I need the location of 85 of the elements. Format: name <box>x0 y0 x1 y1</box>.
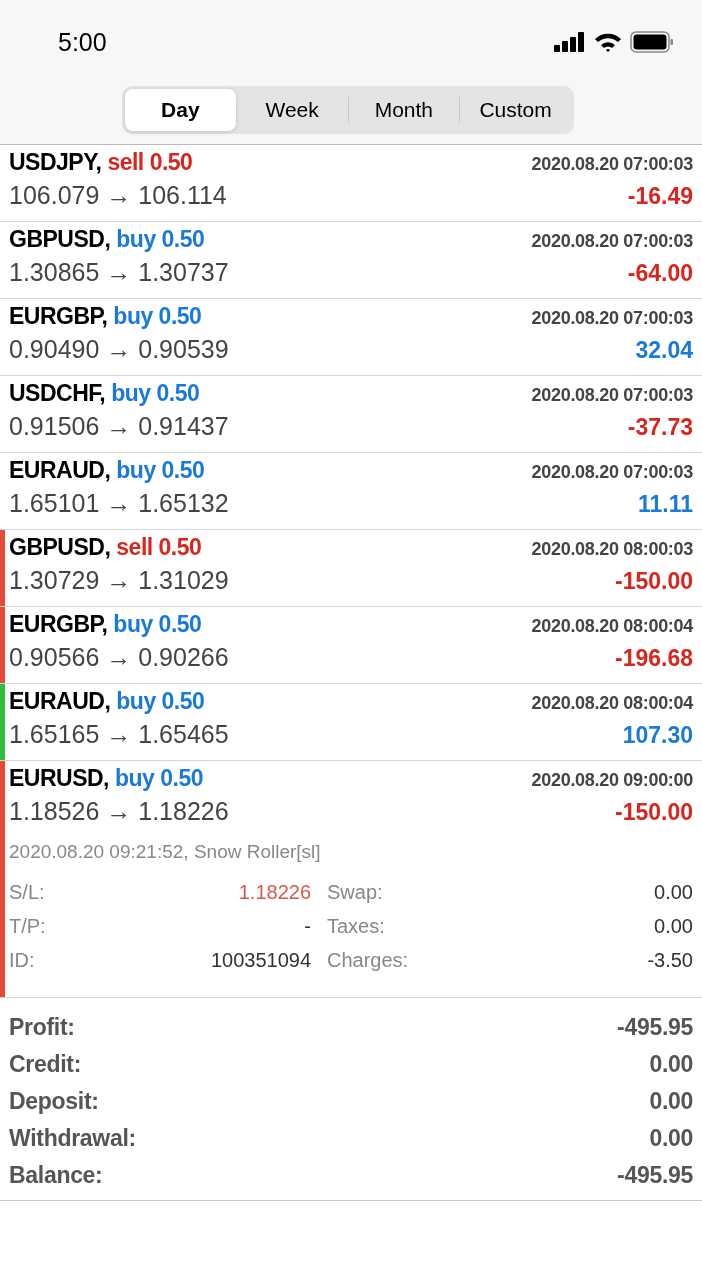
trade-profit: -150.00 <box>615 568 693 595</box>
trade-symbol: USDJPY, <box>9 149 102 176</box>
trade-row[interactable]: EURGBP, buy 0.50 2020.08.20 07:00:03 0.90490 → 0.90539 32.04 <box>0 299 702 376</box>
trade-prices: 0.91506 → 0.91437 <box>9 412 229 441</box>
detail-value: - <box>304 914 311 938</box>
detail-value: 100351094 <box>210 948 311 972</box>
summary-label: Withdrawal: <box>9 1125 136 1152</box>
summary-value: 0.00 <box>649 1088 693 1115</box>
trade-prices: 1.65101 → 1.65132 <box>9 489 229 518</box>
trade-order: sell 0.50 <box>116 534 202 561</box>
trade-prices: 106.079 → 106.114 <box>9 181 227 210</box>
trade-time: 2020.08.20 08:00:04 <box>531 616 693 637</box>
summary-value: 0.00 <box>649 1125 693 1152</box>
trade-profit: 32.04 <box>635 337 693 364</box>
detail-label: Charges: <box>327 948 409 972</box>
detail-value: 1.18226 <box>238 880 311 904</box>
trade-order: buy 0.50 <box>116 226 205 253</box>
trade-time: 2020.08.20 07:00:03 <box>531 154 693 175</box>
trade-prices: 1.30865 → 1.30737 <box>9 258 229 287</box>
trade-order: buy 0.50 <box>113 303 202 330</box>
summary-label: Profit: <box>9 1014 75 1041</box>
trade-order: buy 0.50 <box>116 457 205 484</box>
period-tab[interactable]: Custom <box>460 89 571 131</box>
trade-time: 2020.08.20 08:00:04 <box>531 693 693 714</box>
trade-row[interactable]: GBPUSD, buy 0.50 2020.08.20 07:00:03 1.30865 → 1.30737 -64.00 <box>0 222 702 299</box>
trade-profit: -196.68 <box>615 645 693 672</box>
detail-label: Taxes: <box>327 914 385 938</box>
close-info: 2020.08.20 09:21:52, Snow Roller[sl] <box>9 841 322 864</box>
trade-profit: -64.00 <box>627 260 693 287</box>
trade-symbol: EURGBP, <box>9 611 108 638</box>
trade-prices: 1.18526 → 1.18226 <box>9 797 229 826</box>
trade-symbol: GBPUSD, <box>9 226 111 253</box>
trade-row[interactable]: EURAUD, buy 0.50 2020.08.20 08:00:04 1.65165 → 1.65465 107.30 <box>0 684 702 761</box>
period-tab[interactable]: Week <box>236 89 348 131</box>
trade-symbol: EURUSD, <box>9 765 109 792</box>
trade-profit: 107.30 <box>622 722 693 749</box>
trade-row[interactable]: EURGBP, buy 0.50 2020.08.20 08:00:04 0.90566 → 0.90266 -196.68 <box>0 607 702 684</box>
summary-value: -495.95 <box>617 1162 693 1189</box>
trade-symbol: USDCHF, <box>9 380 106 407</box>
trade-order: buy 0.50 <box>113 611 202 638</box>
trade-order: buy 0.50 <box>115 765 204 792</box>
period-tab[interactable]: Month <box>348 89 460 131</box>
summary-value: 0.00 <box>649 1051 693 1078</box>
trade-prices: 0.90490 → 0.90539 <box>9 335 229 364</box>
summary-value: -495.95 <box>617 1014 693 1041</box>
trade-profit: -37.73 <box>627 414 693 441</box>
detail-label: ID: <box>9 948 35 972</box>
detail-value: 0.00 <box>654 880 693 904</box>
trade-time: 2020.08.20 09:00:00 <box>531 770 693 791</box>
trade-order: sell 0.50 <box>107 149 193 176</box>
trade-row[interactable]: USDJPY, sell 0.50 2020.08.20 07:00:03 106.079 → 106.114 -16.49 <box>0 145 702 222</box>
trade-profit: -150.00 <box>615 799 693 826</box>
trade-order: buy 0.50 <box>111 380 200 407</box>
trade-time: 2020.08.20 07:00:03 <box>531 231 693 252</box>
trade-time: 2020.08.20 07:00:03 <box>531 462 693 483</box>
trade-symbol: EURAUD, <box>9 457 111 484</box>
trade-prices: 1.65165 → 1.65465 <box>9 720 229 749</box>
trade-symbol: EURGBP, <box>9 303 108 330</box>
trade-profit: -16.49 <box>627 183 693 210</box>
status-time: 5:00 <box>58 27 107 57</box>
summary-label: Balance: <box>9 1162 103 1189</box>
trade-row[interactable]: EURUSD, buy 0.50 2020.08.20 09:00:00 1.18526 → 1.18226 -150.00 2020.08.20 09:21:52, Snow Roller[sl] S/L: 1.18226 Swap: 0.00 T/P: - Taxes: 0.00 ID: 100351094 Charges: -3.50 <box>0 761 702 998</box>
trade-profit: 11.11 <box>637 491 693 518</box>
signal-icon <box>554 32 586 52</box>
period-tab[interactable]: Day <box>125 89 236 131</box>
trade-symbol: GBPUSD, <box>9 534 111 561</box>
detail-label: Swap: <box>327 880 383 904</box>
trade-order: buy 0.50 <box>116 688 205 715</box>
summary-label: Credit: <box>9 1051 81 1078</box>
trade-row[interactable]: USDCHF, buy 0.50 2020.08.20 07:00:03 0.91506 → 0.91437 -37.73 <box>0 376 702 453</box>
wifi-icon <box>594 32 622 52</box>
battery-icon <box>630 31 674 53</box>
trade-row[interactable]: GBPUSD, sell 0.50 2020.08.20 08:00:03 1.30729 → 1.31029 -150.00 <box>0 530 702 607</box>
detail-value: -3.50 <box>647 948 693 972</box>
trade-symbol: EURAUD, <box>9 688 111 715</box>
trade-time: 2020.08.20 07:00:03 <box>531 385 693 406</box>
summary-label: Deposit: <box>9 1088 99 1115</box>
trade-time: 2020.08.20 08:00:03 <box>531 539 693 560</box>
detail-label: S/L: <box>9 880 45 904</box>
detail-label: T/P: <box>9 914 46 938</box>
detail-value: 0.00 <box>654 914 693 938</box>
trade-prices: 0.90566 → 0.90266 <box>9 643 229 672</box>
trade-prices: 1.30729 → 1.31029 <box>9 566 229 595</box>
trade-time: 2020.08.20 07:00:03 <box>531 308 693 329</box>
trade-row[interactable]: EURAUD, buy 0.50 2020.08.20 07:00:03 1.65101 → 1.65132 11.11 <box>0 453 702 530</box>
